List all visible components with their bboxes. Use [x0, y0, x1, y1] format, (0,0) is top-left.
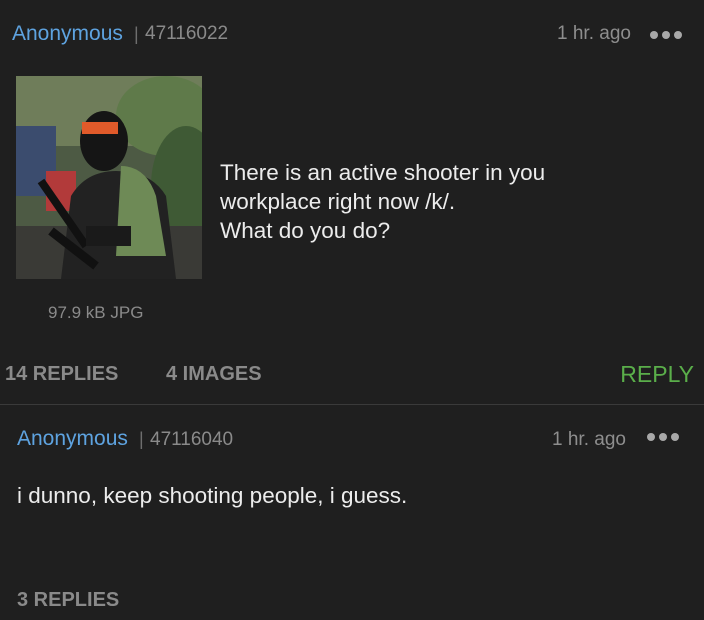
reply-timestamp: 1 hr. ago — [552, 429, 626, 450]
reply-post-id[interactable]: 47116040 — [150, 429, 233, 451]
reply-more-options-icon[interactable] — [647, 433, 679, 441]
reply-replies-count[interactable]: 3 REPLIES — [17, 589, 119, 612]
op-separator: | — [134, 24, 139, 44]
reply-author-name[interactable]: Anonymous — [17, 427, 128, 451]
op-more-options-icon[interactable] — [650, 31, 682, 39]
op-file-info: 97.9 kB JPG — [48, 303, 144, 322]
reply-button[interactable]: REPLY — [620, 361, 694, 388]
masked-gunman-photo-icon — [16, 76, 202, 279]
op-thumbnail-image[interactable] — [16, 76, 202, 279]
reply-post: Anonymous | 47116040 1 hr. ago i dunno, … — [0, 405, 704, 620]
op-images-count[interactable]: 4 IMAGES — [166, 363, 262, 386]
op-post-id[interactable]: 47116022 — [145, 23, 228, 45]
reply-separator: | — [139, 429, 144, 449]
op-post: Anonymous | 47116022 1 hr. ago 97.9 kB J… — [0, 0, 704, 404]
op-body-text: There is an active shooter in you workpl… — [220, 160, 546, 243]
op-replies-count[interactable]: 14 REPLIES — [5, 363, 118, 386]
op-author-name[interactable]: Anonymous — [12, 22, 123, 46]
reply-body-text: i dunno, keep shooting people, i guess. — [17, 483, 408, 508]
op-timestamp: 1 hr. ago — [557, 23, 631, 44]
